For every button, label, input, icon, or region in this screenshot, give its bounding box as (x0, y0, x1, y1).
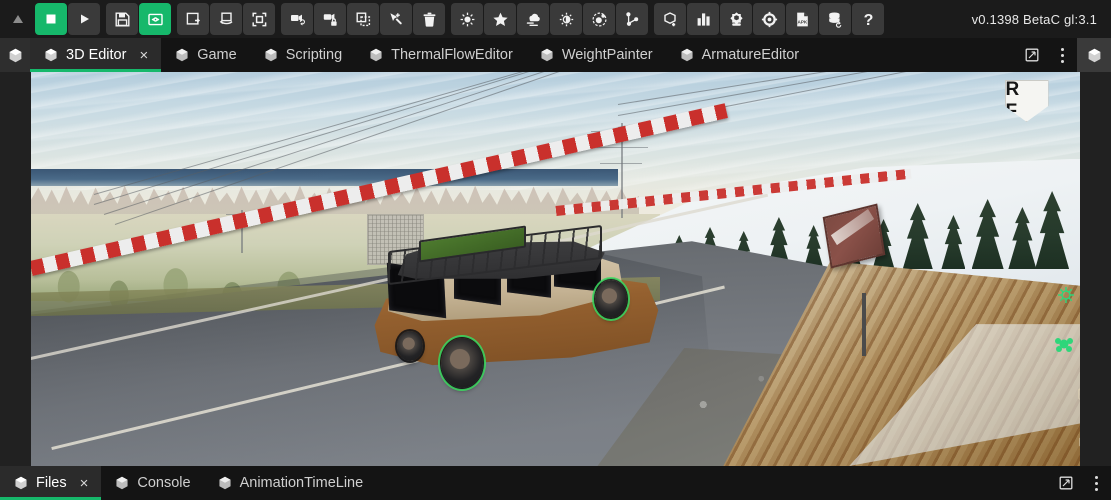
cube-icon (263, 47, 279, 63)
tab-thermalfloweditor[interactable]: ThermalFlowEditor (355, 38, 526, 72)
cube-icon (13, 475, 29, 491)
suv-vehicle[interactable] (356, 230, 671, 399)
bar-chart-button[interactable] (687, 3, 719, 35)
rotate-tool-button[interactable] (210, 3, 242, 35)
tab-close-icon[interactable]: × (139, 48, 148, 63)
cube-icon (217, 475, 233, 491)
gizmo-foliage-b[interactable] (1052, 332, 1076, 361)
bottombar-spacer (376, 466, 1051, 500)
toolbar-group-tools: APK ? (654, 3, 884, 35)
gizmo-foliage-a[interactable] (1056, 285, 1076, 310)
toolbar-group-playback (2, 3, 100, 35)
cube-icon (174, 47, 190, 63)
cube-icon (679, 47, 695, 63)
brightness-button[interactable] (550, 3, 582, 35)
tab-armatureeditor[interactable]: ArmatureEditor (666, 38, 813, 72)
star-button[interactable] (484, 3, 516, 35)
cube-icon (114, 475, 130, 491)
tab-label: ArmatureEditor (702, 47, 800, 63)
bottom-maximize-panel-icon[interactable] (1051, 466, 1081, 500)
camera-lock-button[interactable] (314, 3, 346, 35)
cube-icon (43, 47, 59, 63)
toolbar-group-scene (451, 3, 648, 35)
stop-button[interactable] (35, 3, 67, 35)
tabbar-right-corner-icon[interactable] (1077, 38, 1111, 72)
cursor-add-button[interactable] (380, 3, 412, 35)
bottom-tab-console[interactable]: Console (101, 466, 203, 500)
tab-weightpainter[interactable]: WeightPainter (526, 38, 666, 72)
bottom-tab-label: AnimationTimeLine (240, 475, 364, 491)
orbit-atom-button[interactable] (583, 3, 615, 35)
play-button[interactable] (68, 3, 100, 35)
target-gear-button[interactable] (753, 3, 785, 35)
tab-label: Scripting (286, 47, 342, 63)
preview-button[interactable] (139, 3, 171, 35)
cube-icon (539, 47, 555, 63)
maximize-panel-icon[interactable] (1017, 38, 1047, 72)
node-graph-button[interactable] (616, 3, 648, 35)
move-tool-button[interactable] (177, 3, 209, 35)
camera-link-button[interactable] (281, 3, 313, 35)
svg-text:?: ? (863, 12, 873, 28)
tabbar-left-corner-icon[interactable] (0, 38, 30, 72)
bottom-tab-close-icon[interactable]: × (80, 476, 89, 491)
bottom-tab-label: Console (137, 475, 190, 491)
viewport-container: R F (0, 72, 1111, 466)
tab-label: ThermalFlowEditor (391, 47, 513, 63)
tab-label: Game (197, 47, 237, 63)
help-button[interactable]: ? (852, 3, 884, 35)
wheel-selection-highlight (438, 335, 486, 391)
gear-cube-button[interactable] (720, 3, 752, 35)
editor-tabbar: 3D Editor × Game Scripting ThermalFlowEd… (0, 38, 1111, 72)
database-refresh-button[interactable] (819, 3, 851, 35)
tab-3d-editor[interactable]: 3D Editor × (30, 38, 161, 72)
tab-scripting[interactable]: Scripting (250, 38, 355, 72)
tab-game[interactable]: Game (161, 38, 250, 72)
toolbar-group-transform (177, 3, 275, 35)
duplicate-button[interactable] (347, 3, 379, 35)
warning-sign-post (862, 293, 866, 356)
version-label: v0.1398 BetaC gl:3.1 (972, 12, 1105, 27)
car-wheel-rear-right (441, 338, 483, 388)
apk-file-button[interactable]: APK (786, 3, 818, 35)
svg-text:APK: APK (797, 19, 807, 24)
main-toolbar: APK ? v0.1398 BetaC gl:3.1 (0, 0, 1111, 38)
bottom-tab-label: Files (36, 475, 67, 491)
toolbar-group-file (106, 3, 171, 35)
collapse-button[interactable] (2, 3, 34, 35)
car-wheel-front-right (595, 280, 627, 318)
tabbar-spacer (812, 38, 1017, 72)
bottom-tab-files[interactable]: Files × (0, 466, 101, 500)
scale-tool-button[interactable] (243, 3, 275, 35)
bottom-panel-tabbar: Files × Console AnimationTimeLine (0, 466, 1111, 500)
tab-label: 3D Editor (66, 47, 126, 63)
bottom-kebab-menu-icon[interactable] (1081, 466, 1111, 500)
tab-label: WeightPainter (562, 47, 653, 63)
cloud-fog-button[interactable] (517, 3, 549, 35)
distant-sea-band (31, 169, 618, 187)
save-button[interactable] (106, 3, 138, 35)
application-window: APK ? v0.1398 BetaC gl:3.1 (0, 0, 1111, 500)
toolbar-group-object (281, 3, 445, 35)
cube-icon (368, 47, 384, 63)
viewport-3d-scene[interactable]: R F (31, 72, 1080, 466)
kebab-menu-icon[interactable] (1047, 38, 1077, 72)
delete-button[interactable] (413, 3, 445, 35)
cube-plus-button[interactable] (654, 3, 686, 35)
sun-burst-button[interactable] (451, 3, 483, 35)
bottom-tab-animationtimeline[interactable]: AnimationTimeLine (204, 466, 377, 500)
